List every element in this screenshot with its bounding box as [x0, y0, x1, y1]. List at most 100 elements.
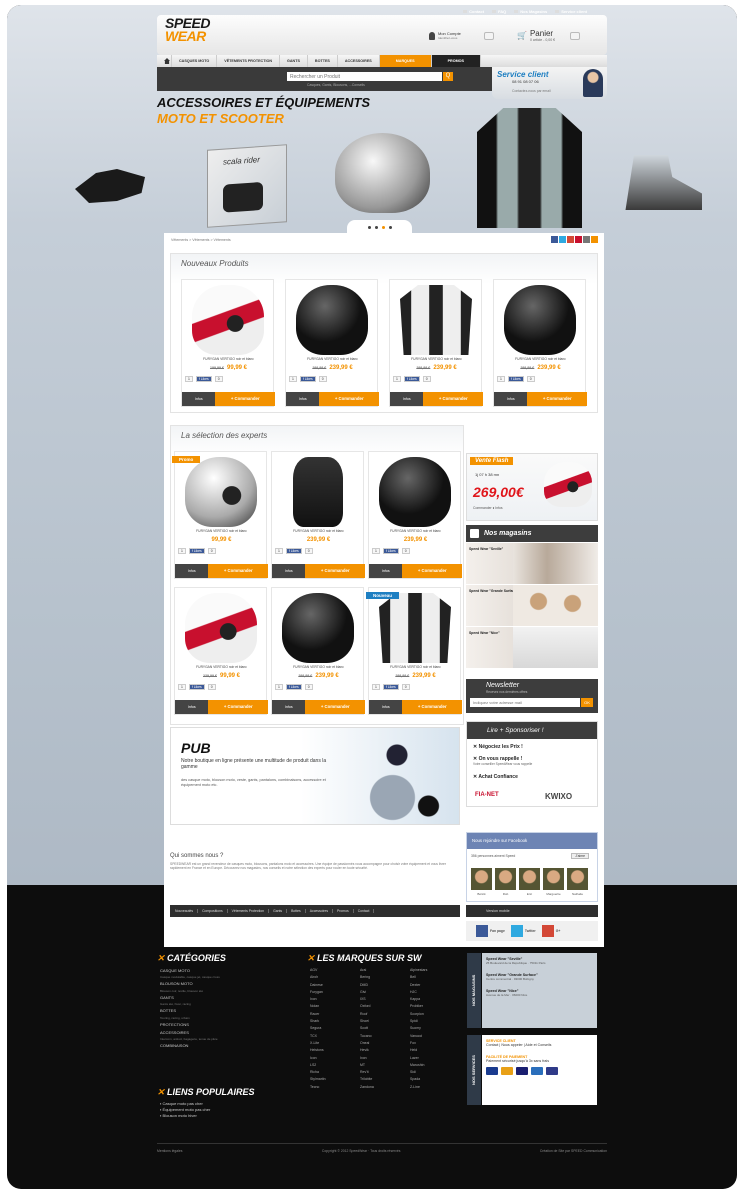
order-button[interactable]: + Commander — [305, 564, 365, 578]
product-card[interactable]: FURYGAN VERTIGO noir et blanc 199,99 €99,… — [181, 279, 275, 407]
brand-link[interactable]: Airoh — [310, 974, 360, 981]
product-name[interactable]: FURYGAN VERTIGO noir et blanc — [275, 665, 362, 669]
avatar[interactable]: Marguerite — [543, 868, 564, 896]
product-image[interactable] — [185, 457, 257, 527]
brand-link[interactable]: Alpinestars — [410, 967, 460, 974]
brand-link[interactable]: Sidi — [410, 1069, 460, 1076]
facebook-like-button[interactable]: f Likes — [382, 548, 399, 554]
footer-nav-link[interactable]: Promos — [337, 909, 354, 913]
info-button[interactable]: Infos — [286, 392, 320, 406]
product-card[interactable]: FURYGAN VERTIGO noir et blanc 239,99 € 1 f … — [368, 451, 462, 579]
flash-actions[interactable]: Commander ♦ Infos — [473, 506, 503, 510]
account-link[interactable]: Mon Compte Identifiez-vous — [429, 31, 494, 40]
info-button[interactable]: Infos — [272, 700, 306, 714]
services-links[interactable]: Contact | Nous appeler | Aide et Conseil… — [486, 1043, 593, 1047]
product-card[interactable]: FURYGAN VERTIGO noir et blanc 299,99 €239… — [285, 279, 379, 407]
google-plus-link[interactable]: G+ — [541, 925, 560, 937]
cart-arrow-box[interactable] — [570, 31, 581, 40]
top-link-contact[interactable]: Contact — [463, 9, 484, 14]
product-name[interactable]: FURYGAN VERTIGO noir et blanc — [185, 357, 272, 361]
fianet-logo[interactable]: FIA-NET — [475, 792, 499, 798]
brand-link[interactable]: Richa — [310, 1069, 360, 1076]
facebook-like-button[interactable]: f Likes — [382, 684, 399, 690]
pinterest-icon[interactable] — [575, 236, 582, 243]
brand-link[interactable]: Scott — [360, 1025, 410, 1032]
footer-category[interactable]: CASQUE MOTO Casque modulable, casque jet,… — [160, 967, 300, 979]
site-logo[interactable]: SPEED WEAR — [165, 16, 210, 43]
top-link-service[interactable]: Service client — [555, 9, 587, 14]
trust-link[interactable]: ✕ Achat Confiance — [473, 774, 518, 780]
quantity-stepper[interactable]: 1 — [393, 376, 401, 382]
nav-item-marques[interactable]: MARQUES — [379, 55, 432, 67]
twitter-icon[interactable] — [559, 236, 566, 243]
cart-link[interactable]: 🛒 Panier 0 article - 0,00 € — [517, 29, 581, 42]
quantity-stepper[interactable]: 1 — [275, 548, 283, 554]
pub-banner[interactable]: PUB Notre boutique en ligne présente une… — [170, 727, 460, 825]
store-grande-surface[interactable]: Speed Wear "Grande Surface" — [466, 585, 598, 626]
brand-link[interactable]: Racer — [310, 1011, 360, 1018]
newsletter-email-input[interactable] — [470, 698, 580, 707]
brand-link[interactable]: Rev'it — [360, 1069, 410, 1076]
product-name[interactable]: FURYGAN VERTIGO noir et blanc — [178, 529, 265, 533]
popular-link[interactable]: ▪ Blouson moto hiver — [160, 1113, 210, 1119]
order-button[interactable]: + Commander — [402, 700, 462, 714]
brand-link[interactable]: Nolan — [310, 1003, 360, 1010]
brand-link[interactable]: Suomy — [410, 1025, 460, 1032]
rss-icon[interactable] — [591, 236, 598, 243]
brand-link[interactable]: Hevik — [360, 1047, 410, 1054]
order-button[interactable]: + Commander — [215, 392, 275, 406]
footer-category[interactable]: COMBINAISON — [160, 1042, 300, 1050]
brand-link[interactable]: HJC — [410, 989, 460, 996]
slider-dot-active[interactable] — [381, 225, 385, 229]
footer-category[interactable]: GANTS Gants été, hiver, racing — [160, 994, 300, 1006]
footer-nav-link[interactable]: Compositions — [202, 909, 228, 913]
brand-link[interactable]: Helstons — [310, 1047, 360, 1054]
brand-link[interactable]: Givi — [360, 989, 410, 996]
order-button[interactable]: + Commander — [402, 564, 462, 578]
top-link-faq[interactable]: FAQ — [492, 9, 506, 14]
brand-link[interactable]: DMD — [360, 982, 410, 989]
brand-link[interactable]: Ixon — [360, 1055, 410, 1062]
brand-link[interactable]: Probiker — [410, 1003, 460, 1010]
product-card[interactable]: Nouveau FURYGAN VERTIGO noir et blanc 299,… — [366, 587, 462, 715]
nav-item-accessoires[interactable]: ACCESSOIRES — [338, 55, 380, 67]
kwixo-logo[interactable]: KWIXO — [545, 792, 572, 801]
quantity-stepper[interactable]: 1 — [178, 548, 186, 554]
product-image[interactable] — [293, 457, 343, 527]
brand-link[interactable]: Lazer — [410, 1055, 460, 1062]
facebook-like-button[interactable]: f Likes — [285, 548, 302, 554]
brand-link[interactable]: Stylmartin — [310, 1076, 360, 1083]
twitter-link[interactable]: Twitter — [510, 925, 536, 937]
order-button[interactable]: + Commander — [208, 564, 268, 578]
facebook-like-button[interactable]: f Likes — [403, 376, 420, 382]
facebook-like-button[interactable]: f Likes — [507, 376, 524, 382]
mobile-version-link[interactable]: Version mobile — [466, 905, 598, 917]
footer-category[interactable]: ACCESSOIRES Intercom, antivol, bagagerie,… — [160, 1029, 300, 1041]
product-image[interactable] — [185, 593, 257, 663]
product-image[interactable] — [296, 285, 368, 355]
negotiate-link[interactable]: ✕ Négociez les Prix ! — [473, 744, 523, 750]
brand-link[interactable]: Fox — [410, 1040, 460, 1047]
brand-link[interactable]: Spada — [410, 1076, 460, 1083]
product-name[interactable]: FURYGAN VERTIGO noir et blanc — [497, 357, 584, 361]
avatar[interactable]: Bérick — [471, 868, 492, 896]
brand-link[interactable]: MT — [360, 1062, 410, 1069]
product-card[interactable]: FURYGAN VERTIGO noir et blanc 239,99 €99,… — [174, 587, 268, 715]
footer-category[interactable]: BOTTES Touring, racing, urbain — [160, 1007, 300, 1019]
order-button[interactable]: + Commander — [319, 392, 379, 406]
facebook-like-button[interactable]: f Likes — [285, 684, 302, 690]
brand-link[interactable]: Vanucci — [410, 1033, 460, 1040]
agency-credit[interactable]: Création de Site par SPEED Communication — [540, 1149, 607, 1153]
info-button[interactable]: Infos — [175, 700, 209, 714]
facebook-like-button[interactable]: f Likes — [188, 684, 205, 690]
nav-item-vetements[interactable]: VÊTEMENTS PROTECTION — [217, 55, 281, 67]
info-button[interactable]: Infos — [272, 564, 306, 578]
info-button[interactable]: Infos — [182, 392, 216, 406]
product-name[interactable]: FURYGAN VERTIGO noir et blanc — [289, 357, 376, 361]
facebook-like-button[interactable]: f Likes — [188, 548, 205, 554]
brand-link[interactable]: X-Lite — [310, 1040, 360, 1047]
avatar[interactable]: Nathalie — [567, 868, 588, 896]
product-name[interactable]: FURYGAN VERTIGO noir et blanc — [372, 665, 459, 669]
facebook-like-button[interactable]: f Likes — [299, 376, 316, 382]
brand-link[interactable]: Icon — [310, 1055, 360, 1062]
